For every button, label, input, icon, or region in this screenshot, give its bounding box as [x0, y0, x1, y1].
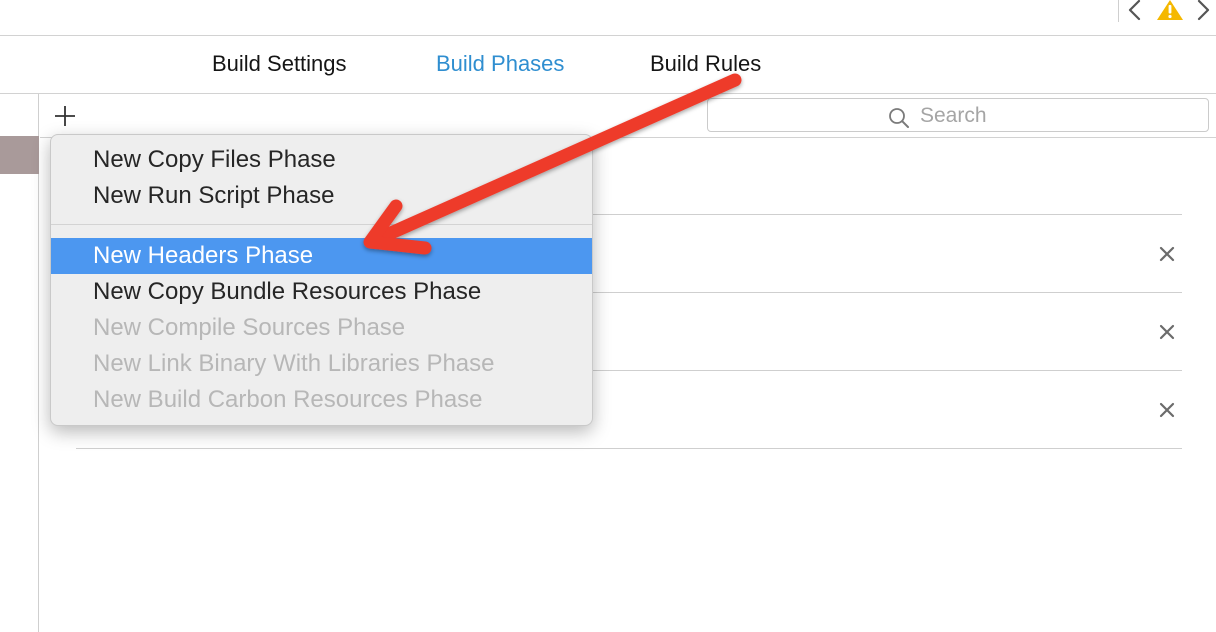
editor-tab-bar: Build Settings Build Phases Build Rules: [0, 36, 1216, 94]
menu-separator: [51, 224, 592, 225]
warning-icon[interactable]: [1156, 0, 1184, 20]
menu-item-new-copy-files-phase[interactable]: New Copy Files Phase: [51, 142, 592, 178]
menu-item-new-link-binary-phase: New Link Binary With Libraries Phase: [93, 350, 495, 377]
add-build-phase-menu: New Copy Files Phase New Run Script Phas…: [50, 134, 593, 426]
search-icon: [888, 107, 910, 129]
menu-item-new-copy-bundle-resources-phase[interactable]: New Copy Bundle Resources Phase: [51, 274, 592, 310]
chevron-right-icon[interactable]: [1192, 0, 1214, 22]
menu-item-new-headers-phase[interactable]: New Headers Phase: [51, 238, 592, 274]
close-icon[interactable]: [1154, 397, 1180, 423]
close-icon[interactable]: [1154, 241, 1180, 267]
row-divider: [76, 448, 1182, 449]
tab-build-phases[interactable]: Build Phases: [436, 50, 564, 78]
menu-item-new-compile-sources-phase: New Compile Sources Phase: [93, 314, 406, 341]
toolbar-divider: [1118, 0, 1119, 22]
window-toolbar: [0, 0, 1216, 36]
xcode-build-phases-window: Build Settings Build Phases Build Rules: [0, 0, 1216, 632]
close-icon[interactable]: [1154, 319, 1180, 345]
menu-item-new-run-script-phase[interactable]: New Run Script Phase: [51, 178, 592, 214]
chevron-left-icon[interactable]: [1124, 0, 1146, 22]
tab-build-settings[interactable]: Build Settings: [212, 50, 347, 78]
search-field[interactable]: [707, 98, 1209, 132]
selected-target-row[interactable]: [0, 136, 39, 174]
menu-item-new-build-carbon-resources-phase: New Build Carbon Resources Phase: [93, 386, 483, 413]
search-input[interactable]: [920, 103, 1200, 129]
tab-build-rules[interactable]: Build Rules: [650, 50, 761, 78]
phases-filter-bar: [40, 94, 1216, 138]
targets-sidebar: [0, 94, 39, 632]
plus-icon[interactable]: [52, 104, 78, 130]
